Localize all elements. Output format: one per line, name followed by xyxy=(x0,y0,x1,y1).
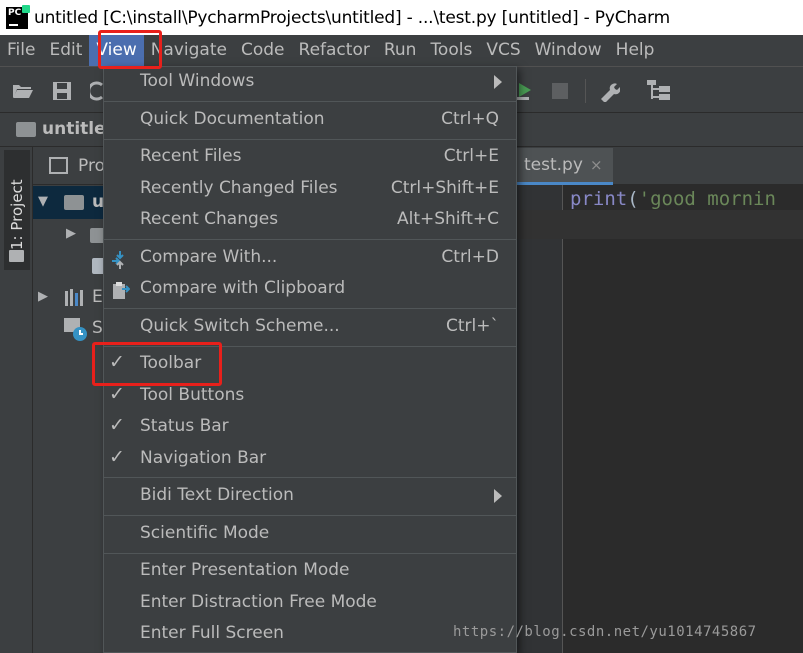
menu-separator xyxy=(104,101,516,102)
menu-separator xyxy=(104,308,516,309)
tree-item-label[interactable]: E xyxy=(92,287,103,307)
save-icon[interactable] xyxy=(52,81,72,101)
menu-item-recent-files[interactable]: Recent Files Ctrl+E xyxy=(104,143,516,174)
open-folder-icon[interactable] xyxy=(12,82,34,100)
menu-item-distraction-free-mode[interactable]: Enter Distraction Free Mode xyxy=(104,589,516,620)
submenu-arrow-icon xyxy=(494,489,502,503)
menu-separator xyxy=(104,477,516,478)
menu-item-navigation-bar[interactable]: ✓ Navigation Bar xyxy=(104,445,516,476)
highlight-box-view-menu xyxy=(98,30,162,69)
collapse-arrow-icon[interactable]: ▶ xyxy=(38,289,48,304)
menu-item-bidi-text-direction[interactable]: Bidi Text Direction xyxy=(104,482,516,513)
window-title: untitled [C:\install\PycharmProjects\unt… xyxy=(34,7,671,28)
folder-icon xyxy=(16,122,36,137)
menu-item-compare-with[interactable]: Compare With... Ctrl+D xyxy=(104,244,516,275)
menu-edit[interactable]: Edit xyxy=(42,35,89,66)
menu-item-presentation-mode[interactable]: Enter Presentation Mode xyxy=(104,557,516,588)
stop-icon[interactable] xyxy=(552,83,568,99)
toolbar-separator xyxy=(585,79,586,103)
menu-item-tool-buttons[interactable]: ✓ Tool Buttons xyxy=(104,382,516,413)
menu-separator xyxy=(104,553,516,554)
highlight-box-toolbar-item xyxy=(92,342,222,386)
folder-icon xyxy=(64,195,84,210)
menu-tools[interactable]: Tools xyxy=(423,35,479,66)
submenu-arrow-icon xyxy=(494,75,502,89)
menu-code[interactable]: Code xyxy=(234,35,292,66)
menu-refactor[interactable]: Refactor xyxy=(292,35,377,66)
checkmark-icon: ✓ xyxy=(109,414,125,436)
folder-icon xyxy=(9,250,24,262)
watermark: https://blog.csdn.net/yu1014745867 xyxy=(453,624,757,640)
tree-item-label[interactable]: S xyxy=(92,318,103,338)
collapse-arrow-icon[interactable]: ▶ xyxy=(66,226,76,241)
close-icon[interactable]: × xyxy=(590,156,603,174)
menu-item-recently-changed-files[interactable]: Recently Changed Files Ctrl+Shift+E xyxy=(104,175,516,206)
menu-item-quick-documentation[interactable]: Quick Documentation Ctrl+Q xyxy=(104,106,516,137)
scratches-icon xyxy=(64,318,87,341)
menu-item-recent-changes[interactable]: Recent Changes Alt+Shift+C xyxy=(104,206,516,237)
expand-arrow-icon[interactable]: ▼ xyxy=(38,194,48,209)
checkmark-icon: ✓ xyxy=(109,383,125,405)
external-libraries-icon xyxy=(65,289,83,306)
compare-icon xyxy=(112,251,124,269)
menu-help[interactable]: Help xyxy=(609,35,662,66)
menu-item-status-bar[interactable]: ✓ Status Bar xyxy=(104,413,516,444)
menu-run[interactable]: Run xyxy=(377,35,424,66)
run-icon[interactable] xyxy=(517,81,535,101)
menu-item-quick-switch-scheme[interactable]: Quick Switch Scheme... Ctrl+` xyxy=(104,313,516,344)
menu-separator xyxy=(104,515,516,516)
menu-vcs[interactable]: VCS xyxy=(479,35,527,66)
project-view-icon xyxy=(49,157,68,174)
project-panel-title[interactable]: Pro xyxy=(78,156,105,176)
project-structure-icon[interactable] xyxy=(647,80,671,102)
pycharm-logo-icon: PC xyxy=(6,4,30,29)
code-line[interactable]: print('good mornin xyxy=(570,188,776,210)
code-editor[interactable] xyxy=(563,185,803,653)
project-tab-label: 1: Project xyxy=(8,179,26,250)
clipboard-compare-icon xyxy=(113,282,130,299)
editor-gutter xyxy=(513,185,563,653)
menu-window[interactable]: Window xyxy=(528,35,609,66)
sync-icon[interactable] xyxy=(90,81,104,101)
checkmark-icon: ✓ xyxy=(109,446,125,468)
menu-separator xyxy=(104,139,516,140)
current-line-highlight xyxy=(513,210,803,239)
menu-item-scientific-mode[interactable]: Scientific Mode xyxy=(104,520,516,551)
menu-item-compare-with-clipboard[interactable]: Compare with Clipboard xyxy=(104,275,516,306)
settings-wrench-icon[interactable] xyxy=(598,80,620,102)
editor-tab-label[interactable]: test.py xyxy=(524,155,583,175)
menu-item-tool-windows[interactable]: Tool Windows xyxy=(104,68,516,99)
menu-file[interactable]: File xyxy=(0,35,42,66)
menu-separator xyxy=(104,239,516,240)
